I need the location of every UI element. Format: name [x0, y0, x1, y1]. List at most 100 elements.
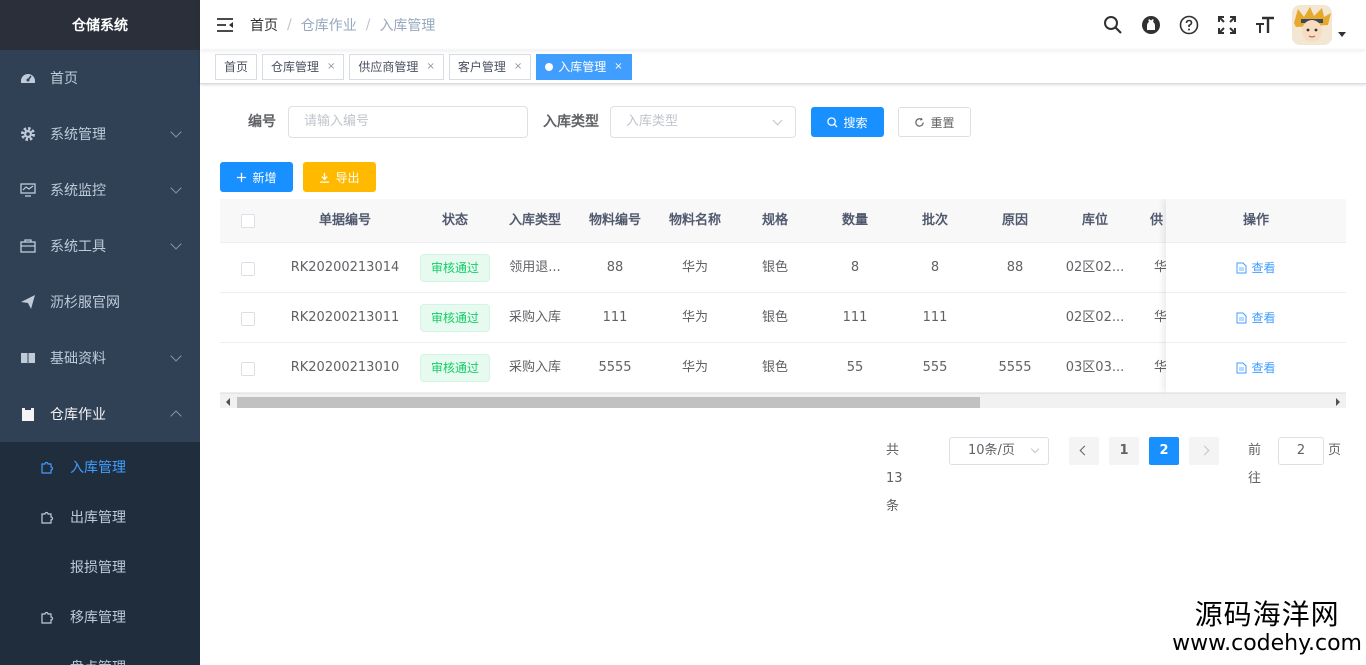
- th-material-code: 物料编号: [588, 213, 641, 228]
- sidebar-subitem-label: 移库管理: [70, 610, 126, 626]
- sidebar-item-system-management[interactable]: 系统管理: [0, 106, 200, 162]
- page-2-button[interactable]: 2: [1149, 437, 1179, 465]
- sidebar-subitem-damage[interactable]: 报损管理: [0, 542, 200, 592]
- close-icon[interactable]: ×: [614, 61, 622, 72]
- navbar: 首页 / 仓库作业 / 入库管理: [200, 0, 1366, 50]
- font-size-icon[interactable]: [1246, 0, 1284, 50]
- scrollbar-thumb[interactable]: [237, 397, 980, 408]
- select-all-checkbox[interactable]: [241, 214, 255, 228]
- th-type: 入库类型: [508, 213, 561, 228]
- search-icon[interactable]: [1094, 0, 1132, 50]
- breadcrumb-home[interactable]: 首页: [250, 15, 278, 35]
- clipboard-icon: [20, 406, 36, 422]
- chevron-down-icon: [772, 115, 783, 126]
- sidebar-item-label: 仓库作业: [50, 407, 106, 423]
- sidebar-item-label: 沥杉服官网: [50, 295, 120, 311]
- code-input[interactable]: 请输入编号: [288, 106, 528, 138]
- puzzle-icon: [40, 460, 54, 474]
- tag-label: 仓库管理: [271, 60, 320, 74]
- add-button[interactable]: 新增: [220, 162, 293, 192]
- export-button[interactable]: 导出: [303, 162, 376, 192]
- page-1-button[interactable]: 1: [1109, 437, 1139, 465]
- tag-customer-management[interactable]: 客户管理 ×: [448, 53, 532, 80]
- type-select-placeholder: 入库类型: [626, 114, 679, 129]
- cell-spec: 银色: [761, 260, 788, 275]
- reset-button-label: 重置: [930, 115, 955, 130]
- refresh-icon: [914, 116, 925, 128]
- chevron-down-icon: [170, 350, 182, 362]
- sidebar-item-home[interactable]: 首页: [0, 50, 200, 106]
- watermark-line2: www.codehy.com: [1172, 631, 1362, 656]
- tag-inbound-management[interactable]: 入库管理 ×: [536, 53, 632, 80]
- next-page-button[interactable]: [1189, 437, 1219, 465]
- help-icon[interactable]: [1170, 0, 1208, 50]
- gear-icon: [20, 126, 36, 142]
- sidebar-item-system-monitor[interactable]: 系统监控: [0, 162, 200, 218]
- send-icon: [20, 294, 36, 310]
- th-qty: 数量: [841, 213, 868, 228]
- sidebar-item-label: 系统监控: [50, 183, 106, 199]
- close-icon[interactable]: ×: [327, 61, 335, 72]
- goto-label: 前往: [1248, 443, 1262, 486]
- sidebar-item-basic-data[interactable]: 基础资料: [0, 330, 200, 386]
- search-button[interactable]: 搜索: [811, 107, 884, 137]
- row-checkbox[interactable]: [241, 312, 255, 326]
- view-button[interactable]: 查看: [1236, 309, 1276, 326]
- sidebar-subitem-outbound[interactable]: 出库管理: [0, 492, 200, 542]
- close-icon[interactable]: ×: [514, 61, 522, 72]
- breadcrumb-inbound: 入库管理: [379, 18, 436, 34]
- chevron-down-icon: [1030, 444, 1040, 454]
- app-logo-title[interactable]: 仓储系统: [0, 0, 200, 50]
- tag-warehouse-management[interactable]: 仓库管理 ×: [262, 53, 345, 80]
- sidebar-item-website[interactable]: 沥杉服官网: [0, 274, 200, 330]
- horizontal-scrollbar[interactable]: [220, 393, 1346, 408]
- active-dot-icon: [545, 62, 554, 71]
- cell-material-name: 华为: [681, 260, 708, 275]
- cell-qty: 8: [850, 260, 860, 275]
- sidebar-subitem-inventory[interactable]: 盘点管理: [0, 642, 200, 665]
- sidebar-subitem-label: 报损管理: [70, 560, 126, 576]
- plus-icon: [236, 172, 247, 183]
- row-checkbox[interactable]: [241, 262, 255, 276]
- sidebar-subitem-transfer[interactable]: 移库管理: [0, 592, 200, 642]
- view-button[interactable]: 查看: [1236, 359, 1276, 376]
- cell-spec: 银色: [761, 360, 788, 375]
- page-size-select[interactable]: 10条/页: [949, 437, 1049, 465]
- th-material-name: 物料名称: [668, 213, 721, 228]
- cell-material-code: 5555: [598, 360, 632, 375]
- breadcrumb-separator: /: [365, 17, 371, 33]
- warehouse-ops-submenu: 入库管理 出库管理 报损管理 移库管理 盘点管理: [0, 442, 200, 665]
- sidebar-subitem-inbound[interactable]: 入库管理: [0, 442, 200, 492]
- view-button[interactable]: 查看: [1236, 259, 1276, 276]
- reset-button[interactable]: 重置: [898, 107, 971, 137]
- document-icon: [1236, 312, 1247, 323]
- scroll-left-arrow-icon[interactable]: [226, 398, 230, 406]
- cell-code: RK20200213011: [290, 310, 400, 325]
- action-cell: 查看: [1166, 293, 1346, 343]
- close-icon[interactable]: ×: [426, 61, 434, 72]
- fullscreen-icon[interactable]: [1208, 0, 1246, 50]
- tag-label: 客户管理: [457, 60, 506, 74]
- page-suffix: 页: [1328, 443, 1342, 458]
- tag-home[interactable]: 首页: [215, 53, 258, 80]
- inbound-table: 单据编号 状态 入库类型 物料编号 物料名称 规格 数量 批次 原因 库位 供 …: [220, 199, 1346, 409]
- github-icon[interactable]: [1132, 0, 1170, 50]
- view-button-label: 查看: [1251, 361, 1276, 375]
- row-checkbox[interactable]: [241, 362, 255, 376]
- type-select[interactable]: 入库类型: [610, 106, 796, 138]
- sidebar-item-system-tools[interactable]: 系统工具: [0, 218, 200, 274]
- hamburger-menu-icon[interactable]: [200, 0, 250, 50]
- sidebar-item-warehouse-ops[interactable]: 仓库作业: [0, 386, 200, 442]
- chevron-down-icon: [170, 182, 182, 194]
- watermark-line1: 源码海洋网: [1194, 598, 1340, 631]
- sidebar-item-label: 系统管理: [50, 127, 106, 143]
- goto-page-input[interactable]: 2: [1278, 437, 1324, 465]
- avatar[interactable]: [1292, 5, 1332, 45]
- tag-supplier-management[interactable]: 供应商管理 ×: [349, 53, 444, 80]
- cell-batch: 111: [922, 310, 948, 325]
- cell-reason: [975, 293, 1055, 343]
- caret-down-icon[interactable]: [1338, 31, 1346, 37]
- scroll-right-arrow-icon[interactable]: [1336, 398, 1340, 406]
- prev-page-button[interactable]: [1069, 437, 1099, 465]
- cell-batch: 8: [930, 260, 940, 275]
